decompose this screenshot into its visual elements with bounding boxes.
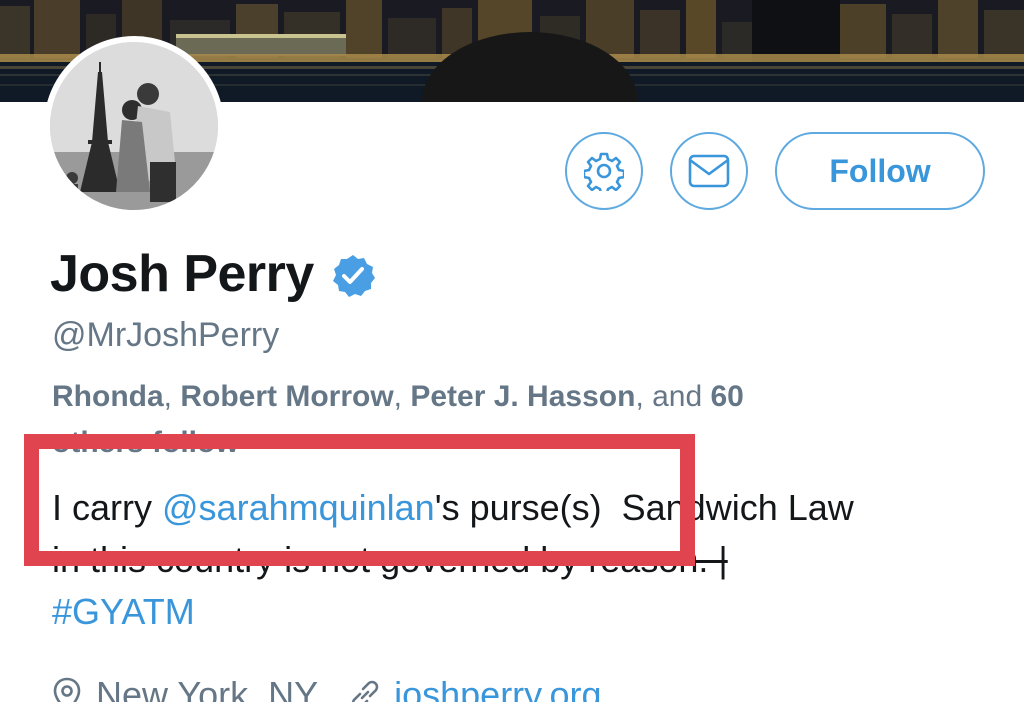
followed-by-text[interactable]: Rhonda, Robert Morrow, Peter J. Hasson, … bbox=[52, 374, 992, 466]
bio-text: Sandwich Law bbox=[601, 487, 854, 528]
location-pin-icon bbox=[53, 677, 81, 702]
bio-text: I carry bbox=[52, 487, 163, 528]
website-link[interactable]: joshperry.org bbox=[394, 674, 601, 702]
user-handle: @MrJoshPerry bbox=[52, 316, 280, 354]
follower-name: Rhonda bbox=[52, 380, 164, 413]
profile-meta-row: New York, NY joshperry.org bbox=[52, 670, 602, 702]
others-count: 60 bbox=[710, 380, 744, 413]
others-follow-text: others follow bbox=[52, 426, 239, 459]
bio-text-struck: in this country is not governed by reaso… bbox=[52, 539, 728, 580]
display-name: Josh Perry bbox=[50, 245, 314, 303]
bio-text: 's purse(s) bbox=[434, 487, 602, 528]
settings-button[interactable] bbox=[565, 132, 643, 210]
verified-badge-icon bbox=[332, 255, 375, 297]
location-text: New York, NY bbox=[96, 674, 319, 702]
separator: , bbox=[393, 380, 411, 413]
name-row: Josh Perry bbox=[50, 242, 376, 306]
bio-hashtag-link[interactable]: #GYATM bbox=[52, 591, 195, 632]
link-icon bbox=[351, 680, 379, 702]
message-button[interactable] bbox=[670, 132, 748, 210]
gear-icon bbox=[584, 152, 624, 191]
follower-name: Robert Morrow bbox=[180, 380, 394, 413]
profile-page: Follow Josh Perry @MrJoshPerry Rhonda, R… bbox=[0, 0, 1024, 702]
avatar-photo bbox=[50, 42, 218, 210]
profile-avatar[interactable] bbox=[44, 36, 224, 216]
bio-mention-link[interactable]: @sarahmquinlan bbox=[162, 487, 435, 528]
envelope-icon bbox=[688, 154, 730, 188]
and-text: , and bbox=[635, 380, 711, 413]
follower-name: Peter J. Hasson bbox=[410, 380, 636, 413]
follow-button[interactable]: Follow bbox=[775, 132, 985, 210]
profile-bio: I carry @sarahmquinlan's purse(s) Sandwi… bbox=[52, 482, 1012, 638]
separator: , bbox=[163, 380, 181, 413]
